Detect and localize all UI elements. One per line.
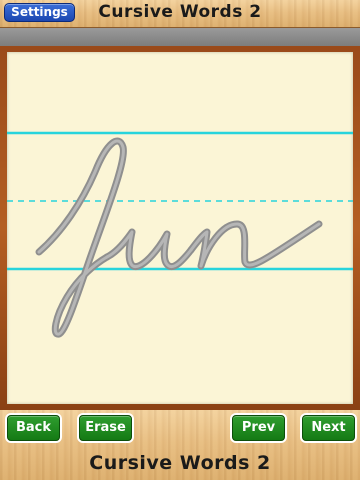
bottom-bar: Back Erase Prev Next Cursive Words 2	[0, 410, 360, 480]
writing-frame	[0, 46, 360, 410]
app-title-footer: Cursive Words 2	[89, 452, 271, 474]
back-button[interactable]: Back	[7, 415, 60, 441]
app-title: Cursive Words 2	[98, 2, 262, 22]
settings-button[interactable]: Settings	[4, 3, 75, 22]
toolbar-strip	[0, 28, 360, 46]
prev-button[interactable]: Prev	[232, 415, 285, 441]
cursive-word-fun	[35, 137, 323, 338]
next-button[interactable]: Next	[302, 415, 355, 441]
top-bar: Settings Cursive Words 2	[0, 0, 360, 28]
erase-button[interactable]: Erase	[79, 415, 132, 441]
practice-word-canvas	[7, 131, 353, 338]
writing-board[interactable]	[7, 52, 353, 404]
